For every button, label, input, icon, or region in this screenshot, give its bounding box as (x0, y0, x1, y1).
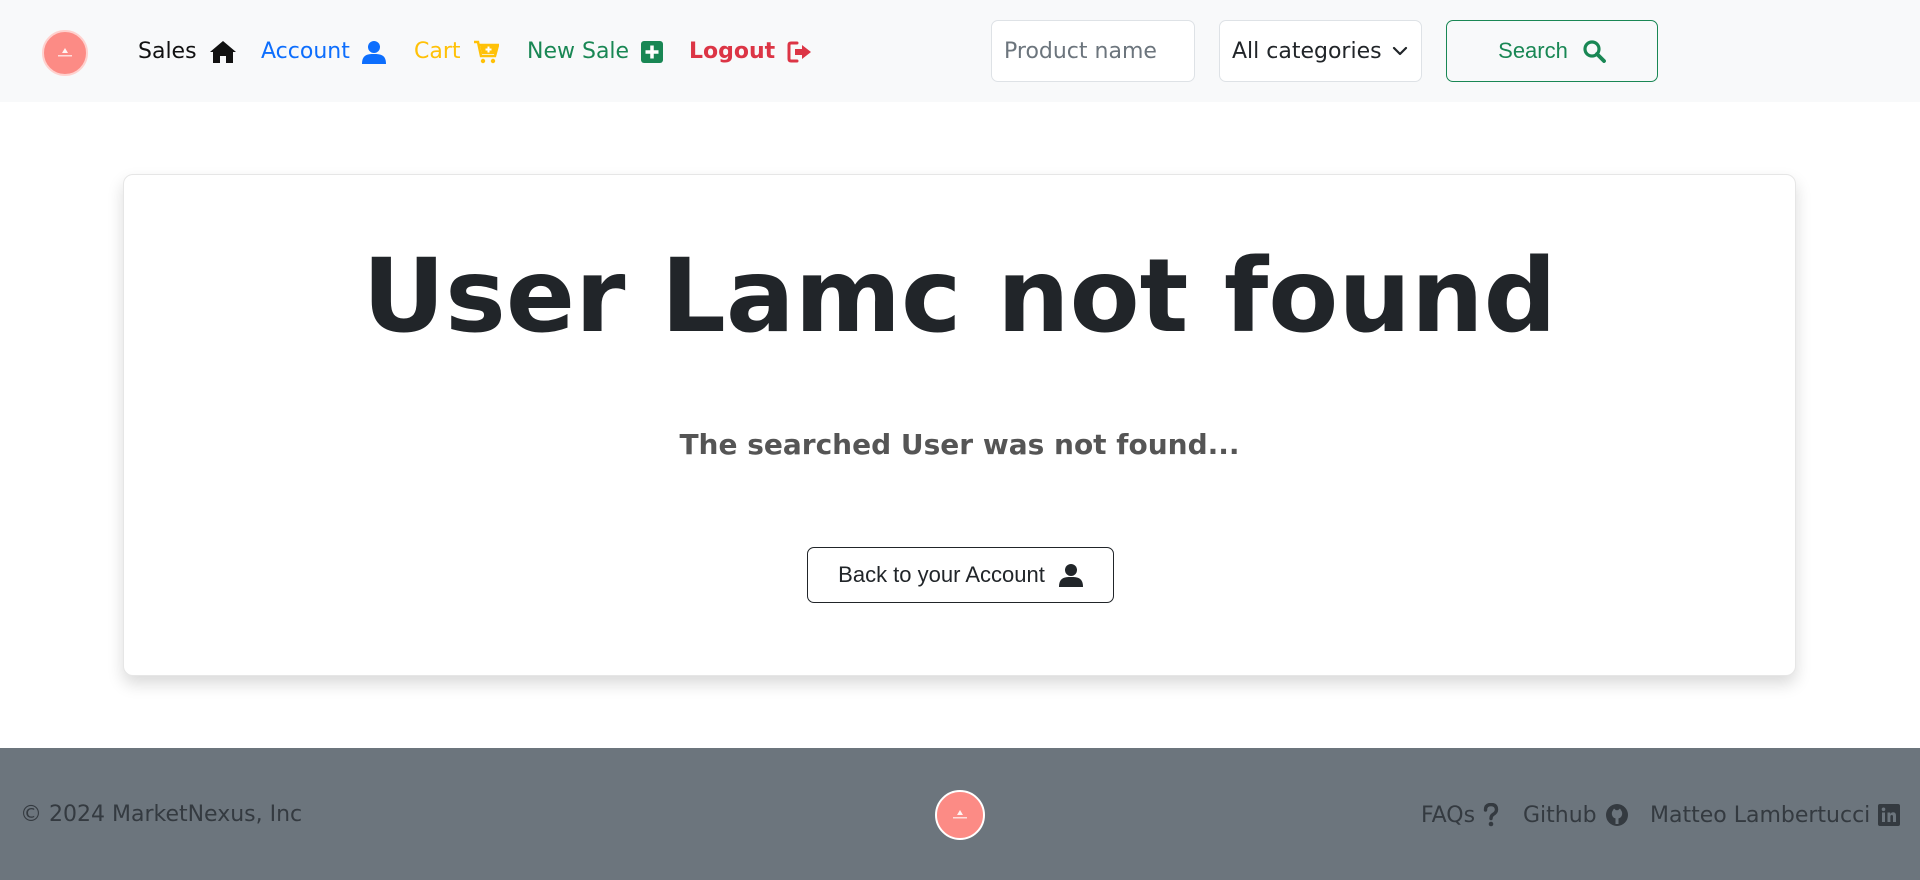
top-navbar: Sales Account Cart New Sale Logout Produ… (0, 0, 1920, 102)
brand-logo[interactable] (42, 30, 88, 76)
not-found-card: User Lamc not found The searched User wa… (123, 174, 1796, 676)
footer-author-linkedin-link[interactable]: Matteo Lambertucci (1650, 798, 1901, 832)
plus-square-icon (641, 41, 664, 63)
page-title: User Lamc not found (362, 237, 1557, 356)
nav-logout-label: Logout (689, 39, 776, 64)
category-select[interactable]: All categories (1219, 20, 1422, 82)
footer-github-link[interactable]: Github (1523, 798, 1629, 832)
back-to-account-button[interactable]: Back to your Account (807, 547, 1114, 603)
nav-cart-label: Cart (414, 39, 461, 64)
user-icon (361, 40, 386, 64)
nav-account-label: Account (261, 39, 350, 64)
product-search-input[interactable] (991, 20, 1195, 82)
search-button[interactable]: Search (1446, 20, 1658, 82)
footer-github-label: Github (1523, 802, 1597, 828)
logo-mark-icon (58, 48, 72, 57)
footer-author-label: Matteo Lambertucci (1650, 802, 1871, 828)
back-to-account-label: Back to your Account (838, 562, 1045, 587)
nav-account-link[interactable]: Account (261, 34, 386, 70)
copyright-text: © 2024 MarketNexus, Inc (20, 802, 303, 827)
cart-plus-icon (473, 40, 499, 64)
user-icon (1058, 563, 1083, 587)
chevron-down-icon (1392, 46, 1408, 56)
github-icon (1605, 803, 1629, 827)
logout-icon (787, 40, 813, 64)
nav-new-sale-label: New Sale (527, 39, 630, 64)
question-icon (1483, 803, 1499, 827)
home-icon (209, 40, 237, 64)
not-found-message: The searched User was not found... (679, 428, 1240, 461)
nav-logout-link[interactable]: Logout (689, 34, 813, 70)
nav-sales-label: Sales (138, 39, 197, 64)
linkedin-icon (1878, 804, 1901, 826)
footer-brand-logo[interactable] (935, 790, 985, 840)
search-icon (1582, 39, 1606, 63)
footer-faqs-link[interactable]: FAQs (1421, 798, 1499, 832)
nav-new-sale-link[interactable]: New Sale (527, 34, 664, 70)
nav-cart-link[interactable]: Cart (414, 34, 499, 70)
search-button-label: Search (1498, 38, 1568, 63)
page-footer: © 2024 MarketNexus, Inc FAQs Github Matt… (0, 748, 1920, 880)
nav-sales-link[interactable]: Sales (138, 34, 237, 70)
category-select-value: All categories (1232, 38, 1382, 64)
logo-mark-icon (953, 810, 967, 819)
footer-faqs-label: FAQs (1421, 802, 1476, 828)
